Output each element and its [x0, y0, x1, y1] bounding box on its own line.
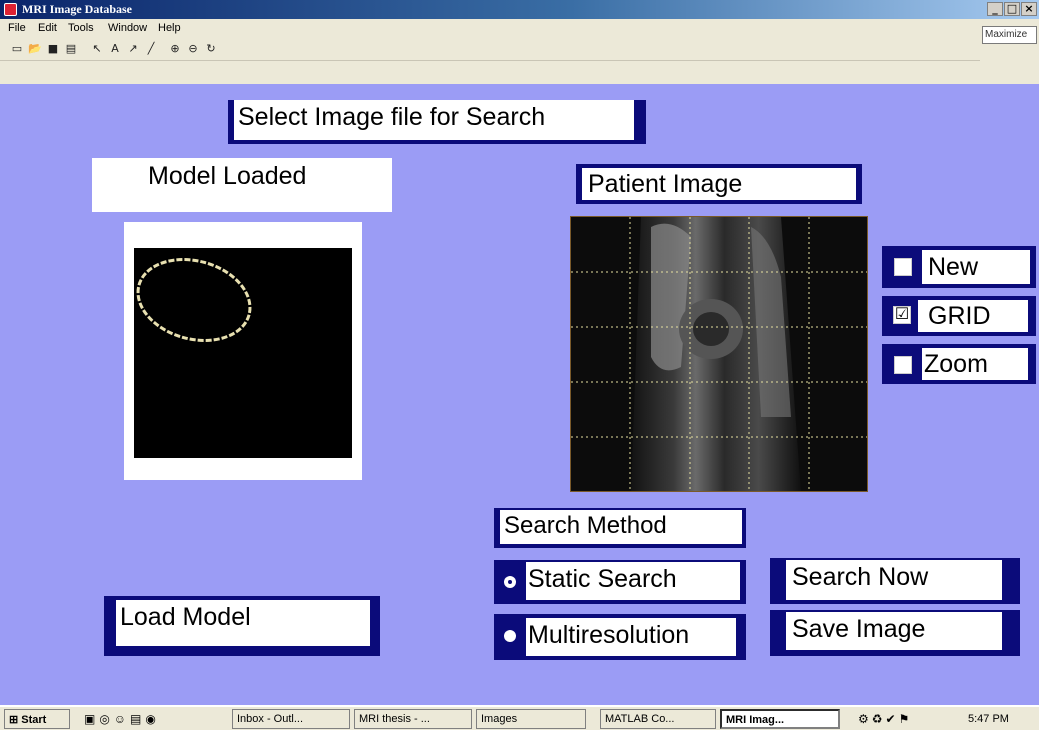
checkbox-new[interactable] [894, 258, 912, 276]
maximize-tooltip: Maximize [982, 26, 1037, 44]
taskbar-mri-image[interactable]: MRI Imag... [720, 709, 840, 729]
zoom-in-icon[interactable]: ⊕ [168, 42, 182, 56]
patient-image-axes [570, 216, 868, 492]
minimize-button[interactable]: _ [987, 2, 1003, 16]
system-tray-icons[interactable]: ⚙♻✔⚑ [858, 712, 912, 726]
close-button[interactable]: × [1021, 2, 1037, 16]
checkbox-zoom-label: Zoom [922, 348, 1028, 380]
start-label: Start [21, 714, 47, 726]
search-method-label: Search Method [500, 510, 742, 544]
model-axes [124, 222, 362, 480]
radio-multires-label: Multiresolution [526, 618, 736, 656]
radio-static-search[interactable] [504, 576, 516, 588]
line-icon[interactable]: ╱ [144, 42, 158, 56]
menu-bar: File Edit Tools Window Help [0, 19, 1039, 39]
taskbar-matlab[interactable]: MATLAB Co... [600, 709, 716, 729]
figure-canvas: Select Image file for Search Model Loade… [0, 84, 1039, 705]
model-loaded-label: Model Loaded [92, 158, 392, 212]
text-icon[interactable]: A [108, 42, 122, 56]
taskbar-inbox[interactable]: Inbox - Outl... [232, 709, 350, 729]
checkbox-grid-label: GRID [918, 300, 1028, 332]
matlab-figure-window: MRI Image Database _ □ × File Edit Tools… [0, 0, 1039, 705]
arrow-icon[interactable]: ↗ [126, 42, 140, 56]
title-bar[interactable]: MRI Image Database _ □ × [0, 0, 1039, 19]
new-file-icon[interactable]: ▭ [10, 42, 24, 56]
menu-file[interactable]: File [8, 22, 26, 34]
matlab-app-icon [4, 3, 17, 16]
open-folder-icon[interactable]: 📂 [28, 42, 42, 56]
rotate-icon[interactable]: ↻ [204, 42, 218, 56]
taskbar-mri-thesis[interactable]: MRI thesis - ... [354, 709, 472, 729]
save-image-button[interactable]: Save Image [786, 612, 1002, 650]
load-model-button[interactable]: Load Model [116, 600, 370, 646]
windows-logo-icon: ⊞ [9, 714, 19, 726]
menu-window[interactable]: Window [108, 22, 147, 34]
taskbar-images[interactable]: Images [476, 709, 586, 729]
select-image-button[interactable]: Select Image file for Search [234, 100, 634, 140]
taskbar-mri-thesis-label: MRI thesis - ... [359, 713, 430, 725]
patient-mri-image [571, 217, 867, 491]
menu-tools[interactable]: Tools [68, 22, 94, 34]
figure-toolbar: ▭ 📂 ■ ▤ ↖ A ↗ ╱ ⊕ ⊖ ↻ [0, 39, 980, 61]
radio-static-label: Static Search [526, 562, 740, 600]
taskbar-matlab-label: MATLAB Co... [605, 713, 675, 725]
clock: 5:47 PM [968, 713, 1009, 725]
model-contour [136, 258, 252, 342]
checkbox-zoom[interactable] [894, 356, 912, 374]
zoom-out-icon[interactable]: ⊖ [186, 42, 200, 56]
checkbox-new-label: New [922, 250, 1030, 284]
taskbar-inbox-label: Inbox - Outl... [237, 713, 304, 725]
windows-taskbar: ⊞ Start ▣◎☺▤◉ Inbox - Outl... MRI thesis… [0, 705, 1039, 730]
restore-button[interactable]: □ [1004, 2, 1020, 16]
window-title: MRI Image Database [22, 2, 132, 16]
pointer-icon[interactable]: ↖ [90, 42, 104, 56]
quick-launch-icons[interactable]: ▣◎☺▤◉ [84, 712, 160, 726]
taskbar-mri-image-label: MRI Imag... [726, 714, 785, 726]
start-button[interactable]: ⊞ Start [4, 709, 70, 729]
menu-edit[interactable]: Edit [38, 22, 57, 34]
search-now-button[interactable]: Search Now [786, 560, 1002, 600]
print-icon[interactable]: ▤ [64, 42, 78, 56]
patient-image-label: Patient Image [582, 168, 856, 200]
model-image [134, 248, 352, 458]
menu-help[interactable]: Help [158, 22, 181, 34]
taskbar-images-label: Images [481, 713, 518, 725]
save-icon[interactable]: ■ [46, 42, 60, 56]
checkbox-grid[interactable]: ☑ [893, 306, 911, 324]
radio-multiresolution[interactable] [504, 630, 516, 642]
